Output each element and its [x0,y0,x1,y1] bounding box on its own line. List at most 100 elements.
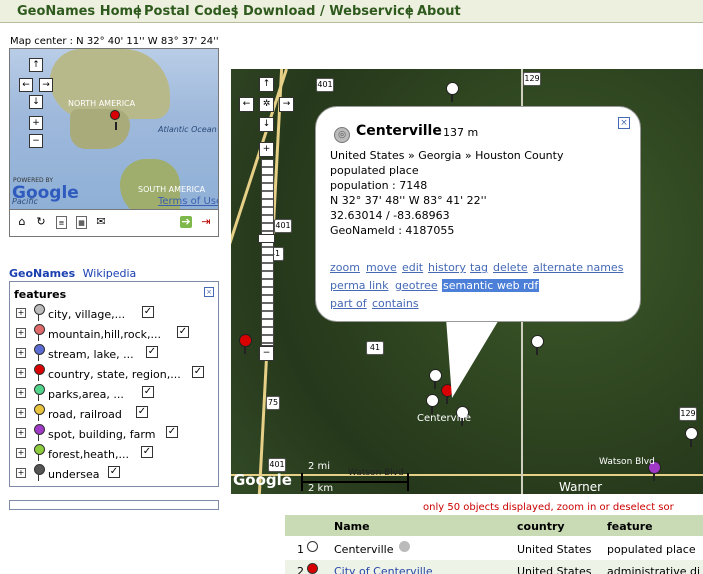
zoom-in-button[interactable]: + [259,142,274,157]
mail-icon[interactable]: ✉ [95,216,107,228]
link-zoom[interactable]: zoom [330,261,360,274]
link-geotree[interactable]: geotree [395,279,438,292]
feature-checkbox[interactable]: ✓ [177,326,189,338]
nav-download-webservice[interactable]: Download / Webservice [243,4,414,19]
pan-left-button[interactable]: ← [239,97,254,112]
expand-icon[interactable]: + [16,448,26,458]
label-south-america: SOUTH AMERICA [138,185,206,194]
link-part-of[interactable]: part of [330,297,367,310]
feature-pin-icon [34,404,45,421]
feature-checkbox[interactable]: ✓ [192,366,204,378]
document-icon[interactable]: ≡ [56,216,67,229]
pan-center-button[interactable]: ✲ [259,97,274,112]
pan-up-button[interactable]: ↑ [29,58,43,72]
refresh-icon[interactable]: ↻ [35,216,47,228]
feature-checkbox[interactable]: ✓ [142,386,154,398]
place-label-warner: Warner [559,480,603,494]
expand-icon[interactable]: + [16,368,26,378]
row-number: 2 [297,565,304,574]
expand-icon[interactable]: + [16,328,26,338]
expand-icon[interactable]: + [16,388,26,398]
pan-down-button[interactable]: ↓ [259,117,274,132]
row-name[interactable]: Centerville [334,543,393,556]
bubble-decimal-coordinates: 32.63014 / -83.68963 [330,209,450,222]
red-marker-icon[interactable] [239,334,252,354]
nav-about[interactable]: About [417,4,461,19]
home-icon[interactable]: ⌂ [16,216,28,228]
link-perma-link[interactable]: perma link [330,279,389,292]
expand-icon[interactable]: + [16,468,26,478]
feature-label: mountain,hill,rock,... [48,328,162,341]
link-move[interactable]: move [366,261,397,274]
nav-separator: | [136,4,141,19]
overview-map[interactable]: NORTH AMERICA Atlantic Ocean SOUTH AMERI… [9,48,219,210]
tab-geonames[interactable]: GeoNames [9,267,75,280]
feature-checkbox[interactable]: ✓ [108,466,120,478]
feature-pin-icon [34,324,45,341]
column-header-feature[interactable]: feature [607,520,653,533]
tools-toolbar: ⌂ ↻ ≡ ▦ ✉ ➔ ⇥ [9,210,219,237]
row-name[interactable]: City of Centerville [334,565,433,574]
row-feature: populated place [607,543,696,556]
feature-checkbox[interactable]: ✓ [142,306,154,318]
close-icon[interactable]: × [618,117,630,129]
link-edit[interactable]: edit [402,261,423,274]
city-marker-icon[interactable] [429,369,442,389]
feature-label: spot, building, farm [48,428,156,441]
link-delete[interactable]: delete [493,261,528,274]
link-tag[interactable]: tag [470,261,488,274]
expand-icon[interactable]: + [16,308,26,318]
tab-wikipedia[interactable]: Wikipedia [83,267,137,280]
city-marker-icon[interactable] [446,82,459,102]
bubble-elevation: 137 m [443,126,479,139]
feature-pin-icon [34,384,45,401]
city-marker-icon[interactable] [685,427,698,447]
zoom-out-button[interactable]: − [259,346,274,361]
nav-separator: | [233,4,238,19]
features-panel: features × + city, village,... ✓ + mountain,… [9,281,219,487]
google-logo[interactable]: Google [12,183,79,203]
route-shield: 129 [679,407,697,421]
nav-geonames-home[interactable]: GeoNames Home [17,4,142,19]
column-header-country[interactable]: country [517,520,565,533]
city-marker-icon[interactable] [426,394,439,414]
exit-icon[interactable]: ⇥ [200,216,212,228]
feature-checkbox[interactable]: ✓ [141,446,153,458]
row-country: United States [517,543,592,556]
expand-icon[interactable]: + [16,348,26,358]
pan-up-button[interactable]: ↑ [259,77,274,92]
table-row[interactable]: 2 City of Centerville United States admi… [285,560,703,574]
link-contains[interactable]: contains [372,297,419,310]
link-semantic-web-rdf[interactable]: semantic web rdf [442,279,540,292]
nav-postal-codes[interactable]: Postal Codes [144,4,239,19]
zoom-out-button[interactable]: − [29,134,43,148]
pan-right-button[interactable]: → [39,78,53,92]
table-row[interactable]: 1 Centerville United States populated pl… [285,538,703,559]
source-tabs: GeoNames Wikipedia [9,267,140,280]
route-shield: 41 [366,341,384,355]
document-map-icon[interactable]: ▦ [76,216,87,229]
link-history[interactable]: history [428,261,466,274]
expand-icon[interactable]: + [16,428,26,438]
feature-checkbox[interactable]: ✓ [166,426,178,438]
link-alternate-names[interactable]: alternate names [533,261,623,274]
nav-separator: | [407,4,412,19]
feature-checkbox[interactable]: ✓ [146,346,158,358]
pan-left-button[interactable]: ← [19,78,33,92]
pan-down-button[interactable]: ↓ [29,95,43,109]
column-header-name[interactable]: Name [334,520,370,533]
close-icon[interactable]: × [204,287,214,297]
google-logo[interactable]: Google [233,471,292,489]
bubble-dms-coordinates: N 32° 37' 48'' W 83° 41' 22'' [330,194,487,207]
zoom-slider-track[interactable] [261,159,274,346]
zoom-in-button[interactable]: + [29,116,43,130]
globe-icon [399,541,410,552]
bubble-geonameid: GeoNameId : 4187055 [330,224,455,237]
expand-icon[interactable]: + [16,408,26,418]
pan-right-button[interactable]: → [279,97,294,112]
terms-of-use-link[interactable]: Terms of Use [158,196,218,207]
zoom-slider-handle[interactable] [258,234,275,243]
forward-icon[interactable]: ➔ [180,216,192,228]
feature-checkbox[interactable]: ✓ [136,406,148,418]
city-marker-icon[interactable] [531,335,544,355]
